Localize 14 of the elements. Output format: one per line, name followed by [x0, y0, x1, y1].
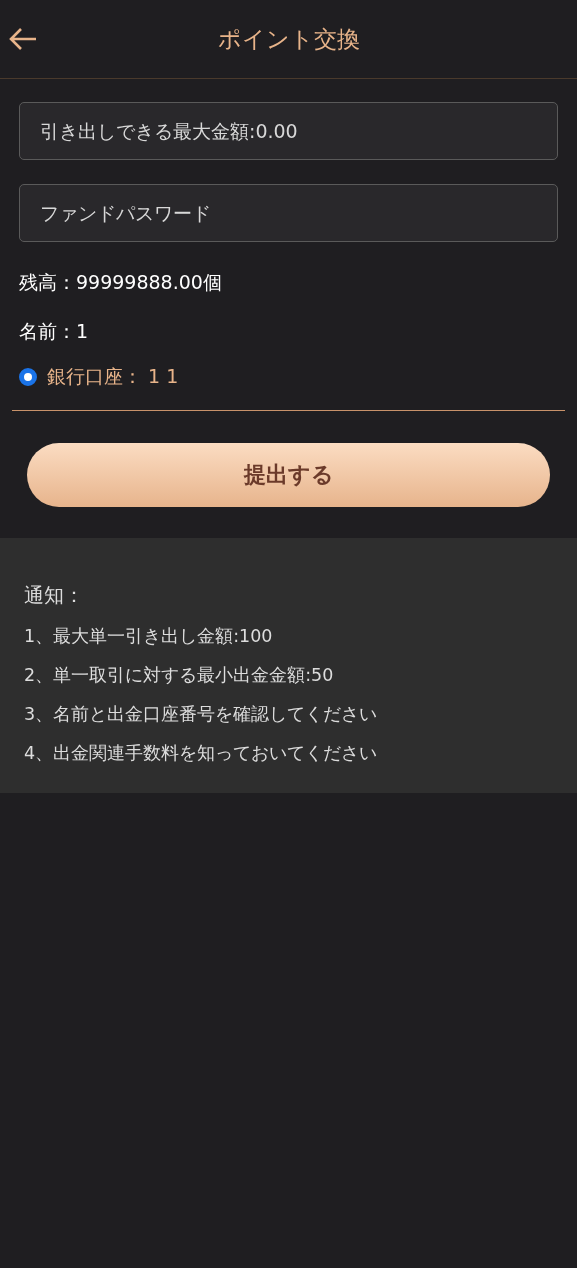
back-icon[interactable] — [8, 26, 38, 52]
radio-button[interactable] — [19, 368, 37, 386]
notice-title: 通知： — [24, 582, 85, 609]
page-title: ポイント交換 — [217, 24, 360, 54]
notice-item: 4、出金関連手数料を知っておいてください — [24, 742, 379, 765]
info-text: 残高：99999888.00個 — [19, 270, 223, 295]
account-label[interactable]: 銀行口座： 1 1 — [47, 364, 179, 390]
input-field[interactable]: 引き出しできる最大金額:0.00 — [19, 102, 558, 160]
notice-item: 3、名前と出金口座番号を確認してください — [24, 703, 379, 726]
info-text: 名前：1 — [19, 319, 90, 344]
input-field[interactable]: ファンドパスワード — [19, 184, 558, 242]
notice-item: 1、最大単一引き出し金額:100 — [24, 625, 274, 648]
submit-button[interactable]: 提出する — [27, 443, 550, 507]
notice-item: 2、単一取引に対する最小出金金額:50 — [24, 664, 335, 687]
